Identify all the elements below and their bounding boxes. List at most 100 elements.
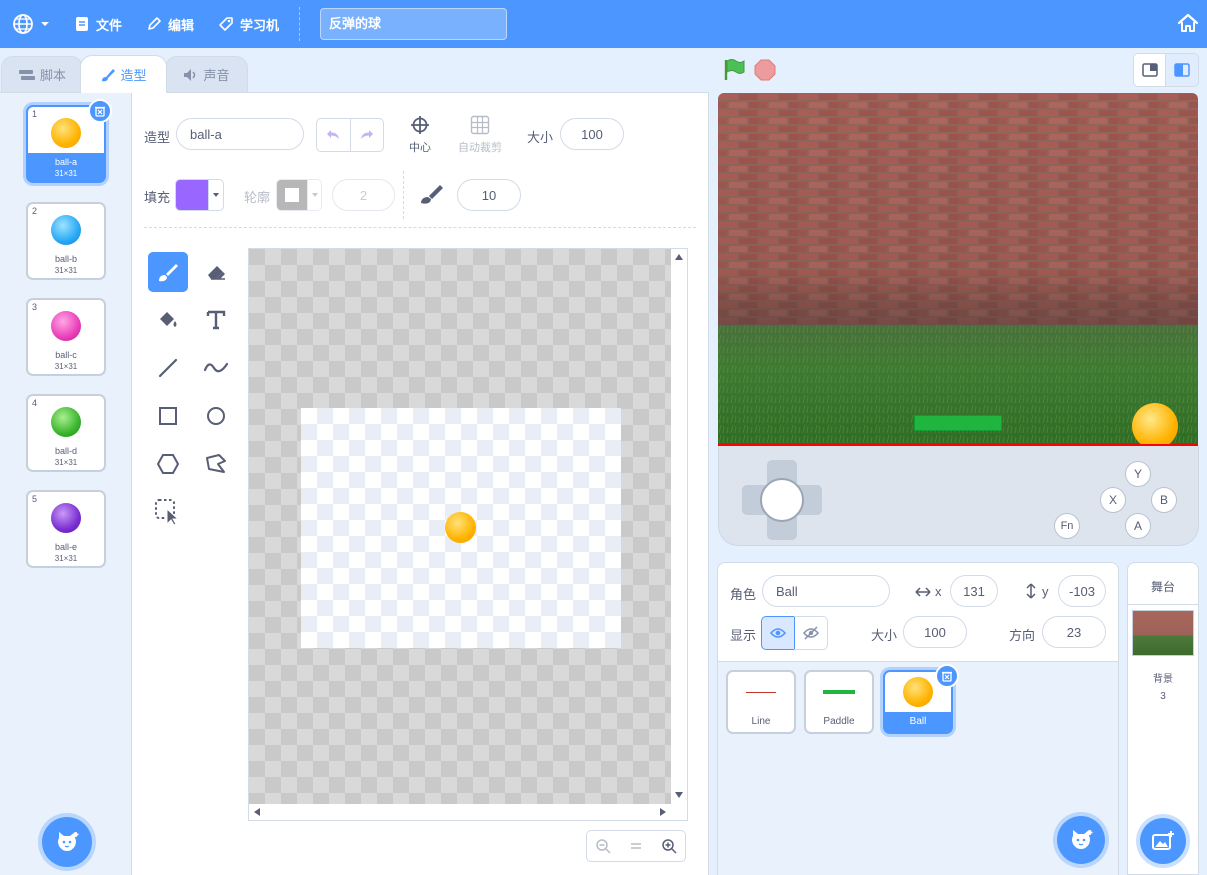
line-tool[interactable]	[148, 348, 188, 388]
costume-item[interactable]: 4 ball-d 31×31	[26, 394, 106, 472]
stop-icon	[754, 59, 776, 81]
paddle-sprite[interactable]	[914, 415, 1002, 431]
stage-panel-title: 舞台	[1150, 580, 1175, 594]
edit-menu[interactable]: 编辑	[134, 0, 206, 48]
sprite-tile-paddle[interactable]: Paddle	[804, 670, 874, 734]
learn-menu[interactable]: 学习机	[206, 0, 291, 48]
autocrop-label: 自动裁剪	[458, 142, 502, 154]
fn-button[interactable]: Fn	[1054, 513, 1080, 539]
horizontal-scrollbar[interactable]	[249, 804, 673, 820]
costume-item[interactable]: 5 ball-e 31×31	[26, 490, 106, 568]
add-backdrop-button[interactable]	[1140, 818, 1186, 864]
redo-button[interactable]	[349, 119, 384, 151]
eraser-tool[interactable]	[196, 252, 236, 292]
learn-menu-label: 学习机	[240, 17, 280, 33]
costume-item[interactable]: 2 ball-b 31×31	[26, 202, 106, 280]
sprite-tile-ball[interactable]: Ball	[883, 664, 959, 734]
sprite-panel: 角色 x y 显示 大小 方向 Line Paddle	[717, 562, 1119, 875]
b-button[interactable]: B	[1151, 487, 1177, 513]
a-button[interactable]: A	[1125, 513, 1151, 539]
brush-tool[interactable]	[148, 252, 188, 292]
backdrop-thumbnail[interactable]	[1132, 610, 1194, 656]
center-button[interactable]: 中心	[402, 115, 438, 155]
costume-size: 31×31	[54, 458, 78, 467]
add-costume-button[interactable]	[42, 817, 92, 867]
brush-size-input[interactable]	[457, 179, 521, 211]
direction-input[interactable]	[1042, 616, 1106, 648]
zoom-reset-button[interactable]	[619, 830, 653, 862]
project-title-input[interactable]: 反弹的球	[320, 8, 508, 40]
costume-thumbnail	[51, 311, 81, 341]
file-menu[interactable]: 文件	[62, 0, 134, 48]
stage-selector-panel[interactable]: 舞台 背景 3	[1127, 562, 1199, 875]
stage-panel-divider	[1128, 604, 1198, 605]
costume-name-input[interactable]	[176, 118, 304, 150]
sprite-name-input[interactable]	[762, 575, 890, 607]
line-icon	[158, 358, 178, 378]
costume-name: ball-b	[54, 254, 77, 264]
y-button[interactable]: Y	[1125, 461, 1151, 487]
circle-tool[interactable]	[196, 396, 236, 436]
sprite-tile-line[interactable]: Line	[726, 670, 796, 734]
brush-icon	[102, 68, 116, 81]
delete-costume-button[interactable]	[88, 99, 112, 123]
tab-costumes[interactable]: 造型	[80, 55, 167, 93]
hide-button[interactable]	[794, 616, 828, 650]
fill-color-picker[interactable]	[175, 179, 224, 211]
sprite-info: 角色 x y 显示 大小 方向	[718, 563, 1118, 662]
fill-tool[interactable]	[148, 300, 188, 340]
zoom-in-button[interactable]	[652, 830, 686, 862]
delete-sprite-button[interactable]	[935, 664, 959, 688]
home-button[interactable]	[1177, 12, 1199, 37]
size-input[interactable]	[903, 616, 967, 648]
polygon-tool[interactable]	[148, 444, 188, 484]
select-tool[interactable]	[148, 492, 188, 532]
autocrop-button[interactable]: 自动裁剪	[452, 115, 508, 155]
x-button[interactable]: X	[1100, 487, 1126, 513]
small-stage-icon	[1141, 63, 1158, 77]
line-thumbnail	[746, 692, 776, 693]
outline-width-input[interactable]	[332, 179, 395, 211]
show-visible-button[interactable]	[761, 616, 795, 650]
zoom-out-button[interactable]	[586, 830, 620, 862]
undo-icon	[327, 130, 340, 139]
costume-number: 5	[32, 494, 38, 504]
language-menu[interactable]	[0, 0, 62, 48]
x-input[interactable]	[950, 575, 998, 607]
large-stage-button[interactable]	[1165, 53, 1199, 87]
tab-sounds[interactable]: 声音	[165, 56, 248, 92]
trash-icon	[95, 106, 105, 117]
circle-icon	[207, 407, 225, 425]
rectangle-tool[interactable]	[148, 396, 188, 436]
text-tool[interactable]	[196, 300, 236, 340]
vertical-scrollbar[interactable]	[671, 249, 687, 820]
green-flag-button[interactable]	[722, 58, 746, 85]
ball-sprite[interactable]	[1132, 403, 1178, 449]
undo-button[interactable]	[317, 119, 350, 151]
joystick-knob[interactable]	[760, 478, 804, 522]
outline-dropdown-arrow	[307, 180, 321, 210]
curve-tool[interactable]	[196, 348, 236, 388]
reshape-tool[interactable]	[196, 444, 236, 484]
direction-label: 方向	[1009, 628, 1036, 643]
y-input[interactable]	[1058, 575, 1106, 607]
costume-name: ball-c	[55, 350, 77, 360]
horizontal-arrows-icon	[915, 587, 931, 597]
costume-item[interactable]: 1 ball-a 31×31	[26, 99, 112, 183]
add-sprite-button[interactable]	[1057, 816, 1105, 864]
costume-name: ball-a	[54, 157, 77, 167]
paint-canvas[interactable]	[248, 248, 688, 821]
globe-icon	[13, 14, 33, 34]
outline-color-picker[interactable]	[276, 179, 322, 211]
tab-code[interactable]: 脚本	[1, 56, 83, 92]
costume-size-input[interactable]	[560, 118, 624, 150]
menu-bar: 文件 编辑 学习机 反弹的球	[0, 0, 1207, 48]
stop-button[interactable]	[754, 59, 776, 84]
toolbar-bottom-divider	[144, 227, 696, 228]
costume-item[interactable]: 3 ball-c 31×31	[26, 298, 106, 376]
vertical-arrows-icon	[1026, 583, 1036, 599]
small-stage-button[interactable]	[1133, 53, 1166, 87]
chevron-down-icon	[311, 193, 318, 197]
dpad[interactable]	[742, 460, 822, 540]
stage-canvas[interactable]	[718, 93, 1198, 453]
